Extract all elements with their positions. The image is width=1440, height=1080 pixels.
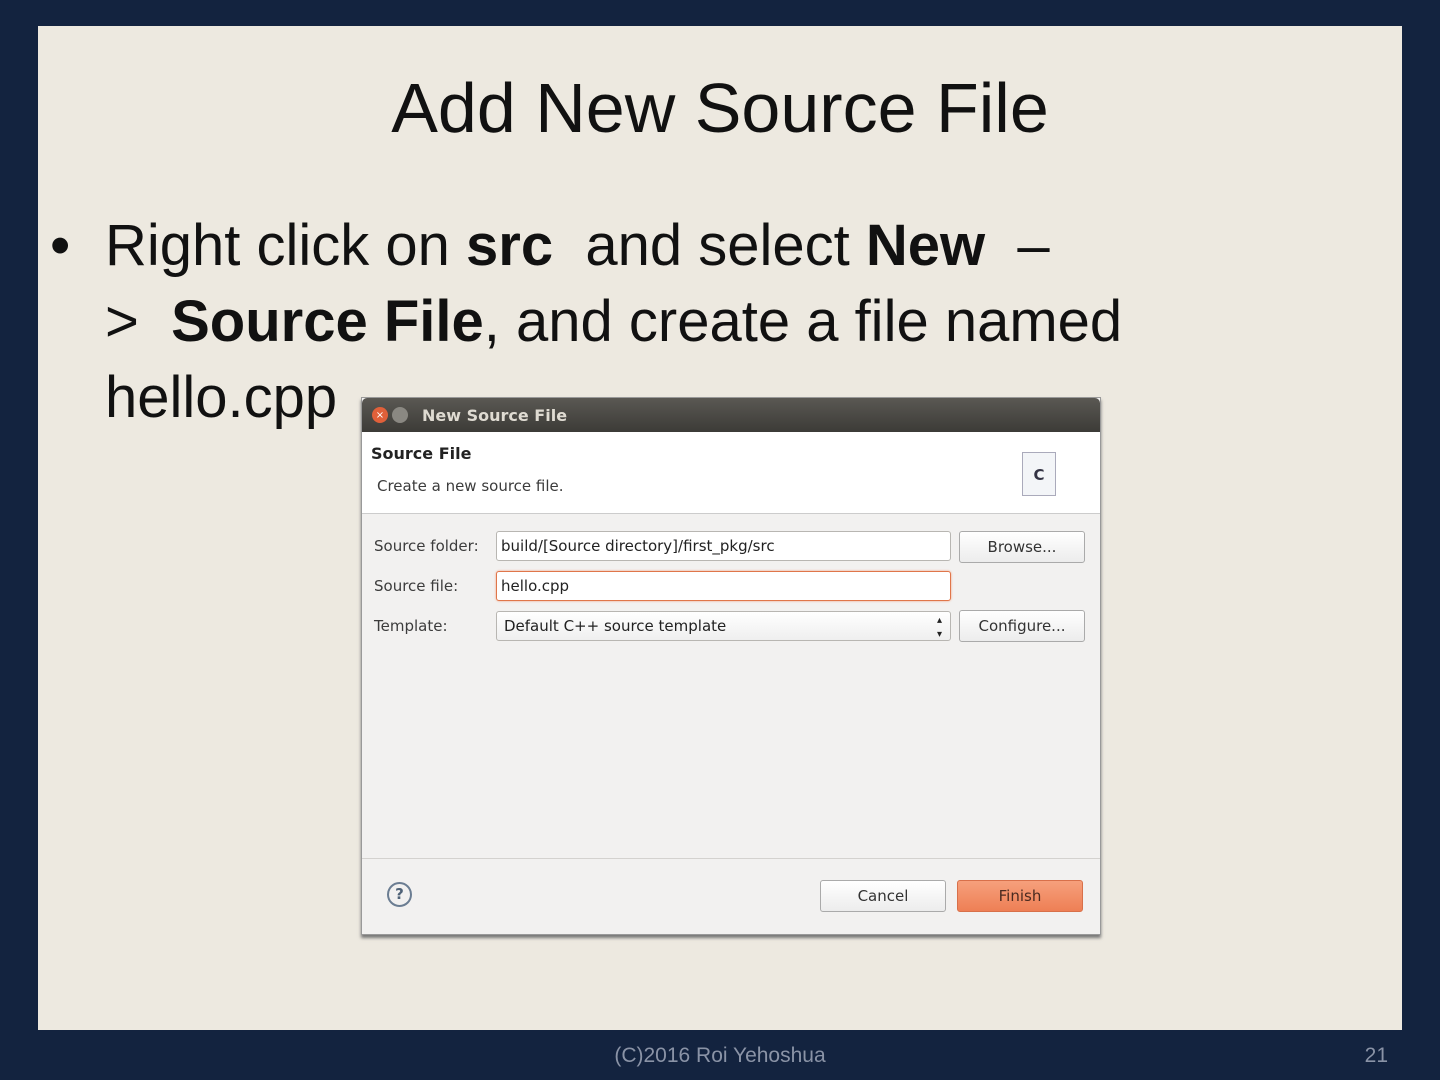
separator <box>362 858 1100 859</box>
slide-title: Add New Source File <box>391 69 1049 147</box>
text-src: src <box>466 213 554 278</box>
dialog-title: New Source File <box>422 405 568 425</box>
text-source-file: Source File <box>171 289 484 354</box>
finish-button[interactable]: Finish <box>957 880 1083 912</box>
page-number: 21 <box>1364 1044 1388 1067</box>
source-folder-label: Source folder: <box>374 537 479 555</box>
template-label: Template: <box>374 617 448 635</box>
new-source-file-dialog: × New Source File Source File Create a n… <box>361 397 1101 935</box>
slide-footer: (C)2016 Roi Yehoshua <box>614 1044 826 1067</box>
c-file-icon: C <box>1022 452 1056 496</box>
title-bar: × New Source File <box>362 398 1100 432</box>
text-new: New <box>865 213 986 278</box>
dialog-header: Source File Create a new source file. C <box>362 432 1100 514</box>
configure-button[interactable]: Configure... <box>959 610 1085 642</box>
template-select[interactable]: Default C++ source template ▴ ▾ <box>496 611 951 641</box>
text: Right click on <box>105 213 467 278</box>
close-icon[interactable]: × <box>372 407 388 423</box>
header-description: Create a new source file. <box>377 477 564 495</box>
text: , and create a file named <box>483 289 1123 354</box>
bullet-line-2: > Source File, and create a file named <box>105 288 1122 355</box>
cancel-button[interactable]: Cancel <box>820 880 946 912</box>
text: and select <box>553 213 866 278</box>
spinner-icon: ▴ ▾ <box>936 615 942 640</box>
bullet-line-1: Right click on src and select New – <box>105 212 1050 279</box>
text: – <box>985 213 1050 278</box>
bullet-marker: • <box>50 213 71 278</box>
template-value: Default C++ source template <box>504 617 727 635</box>
bullet-line-3: hello.cpp <box>105 365 338 430</box>
source-file-label: Source file: <box>374 577 459 595</box>
source-folder-input[interactable]: build/[Source directory]/first_pkg/src <box>496 531 951 561</box>
browse-button[interactable]: Browse... <box>959 531 1085 563</box>
help-icon[interactable]: ? <box>387 882 412 907</box>
maximize-icon[interactable] <box>392 407 408 423</box>
text: > <box>105 289 172 354</box>
header-title: Source File <box>371 444 472 463</box>
source-file-input[interactable]: hello.cpp <box>496 571 951 601</box>
